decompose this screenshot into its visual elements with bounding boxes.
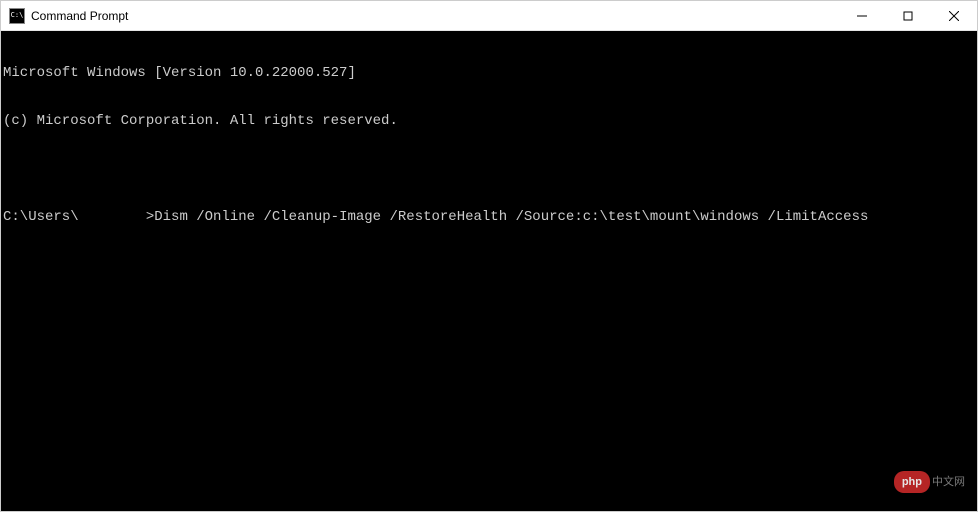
prompt-username-redacted bbox=[79, 209, 146, 225]
app-icon-glyph: C:\ bbox=[11, 12, 24, 19]
command-prompt-window: C:\ Command Prompt Micros bbox=[0, 0, 978, 512]
titlebar[interactable]: C:\ Command Prompt bbox=[1, 1, 977, 31]
close-button[interactable] bbox=[931, 1, 977, 30]
close-icon bbox=[949, 11, 959, 21]
window-controls bbox=[839, 1, 977, 30]
prompt-separator: > bbox=[146, 209, 154, 225]
maximize-button[interactable] bbox=[885, 1, 931, 30]
minimize-button[interactable] bbox=[839, 1, 885, 30]
maximize-icon bbox=[903, 11, 913, 21]
watermark: php 中文网 bbox=[894, 471, 965, 493]
terminal-output-line: (c) Microsoft Corporation. All rights re… bbox=[3, 113, 977, 129]
terminal-area[interactable]: Microsoft Windows [Version 10.0.22000.52… bbox=[1, 31, 977, 511]
app-icon: C:\ bbox=[9, 8, 25, 24]
prompt-path-prefix: C:\Users\ bbox=[3, 209, 79, 225]
terminal-prompt-line: C:\Users\ >Dism /Online /Cleanup-Image /… bbox=[3, 209, 977, 225]
minimize-icon bbox=[857, 11, 867, 21]
terminal-command-input[interactable]: Dism /Online /Cleanup-Image /RestoreHeal… bbox=[154, 209, 868, 225]
window-title: Command Prompt bbox=[31, 9, 128, 23]
terminal-blank-line bbox=[3, 161, 977, 177]
terminal-output-line: Microsoft Windows [Version 10.0.22000.52… bbox=[3, 65, 977, 81]
watermark-text: 中文网 bbox=[932, 474, 965, 490]
watermark-badge: php bbox=[894, 471, 930, 493]
